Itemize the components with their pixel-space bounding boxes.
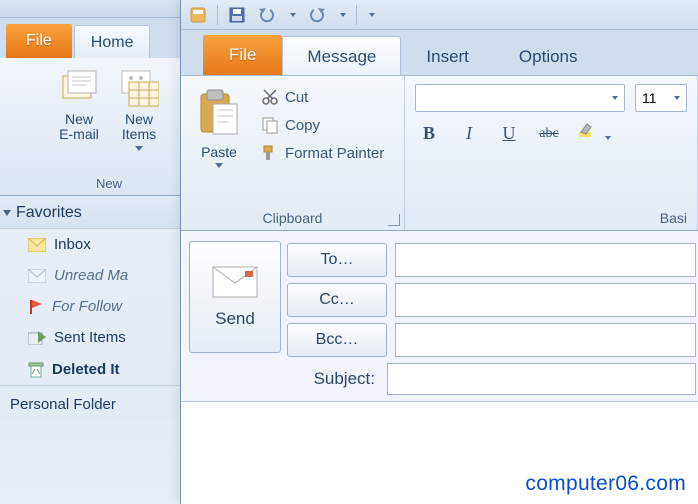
bcc-button[interactable]: Bcc… xyxy=(287,323,387,357)
scissors-icon xyxy=(261,88,279,106)
compose-window: File Message Insert Options Paste xyxy=(180,0,698,504)
tab-options[interactable]: Options xyxy=(494,36,603,75)
send-button[interactable]: Send xyxy=(189,241,281,353)
favorites-label: Favorites xyxy=(16,204,82,222)
brush-icon xyxy=(261,144,279,162)
sidebar-item-label: Inbox xyxy=(54,236,91,253)
app-menu-icon[interactable] xyxy=(189,6,207,24)
italic-button[interactable]: I xyxy=(457,123,481,144)
watermark: computer06.com xyxy=(525,472,686,496)
compose-ribbon-tabs: File Message Insert Options xyxy=(181,30,698,76)
cc-button[interactable]: Cc… xyxy=(287,283,387,317)
format-painter-button[interactable]: Format Painter xyxy=(257,142,388,164)
redo-icon[interactable] xyxy=(306,6,328,24)
tab-home[interactable]: Home xyxy=(74,25,151,58)
bcc-input[interactable] xyxy=(395,323,696,357)
new-email-icon xyxy=(59,68,99,108)
paste-label: Paste xyxy=(201,144,237,160)
tab-insert[interactable]: Insert xyxy=(401,36,494,75)
chevron-down-icon xyxy=(612,96,618,100)
paste-button[interactable]: Paste xyxy=(191,84,247,172)
chevron-down-icon xyxy=(674,96,680,100)
text-effects-button[interactable] xyxy=(577,122,611,145)
copy-icon xyxy=(261,116,279,134)
font-size-value: 11 xyxy=(642,90,657,106)
unread-icon xyxy=(28,269,46,283)
ribbon-group-basictext: 11 B I U abc xyxy=(405,76,698,230)
sent-icon xyxy=(28,331,46,345)
save-icon[interactable] xyxy=(228,6,246,24)
copy-label: Copy xyxy=(285,117,320,134)
to-button[interactable]: To… xyxy=(287,243,387,277)
new-items-icon xyxy=(119,68,159,108)
file-tab[interactable]: File xyxy=(203,35,282,75)
message-body[interactable] xyxy=(181,402,698,430)
quick-access-toolbar xyxy=(181,0,698,30)
qat-customize-dropdown[interactable] xyxy=(369,13,375,17)
new-email-button[interactable]: New E-mail xyxy=(52,64,106,155)
undo-icon[interactable] xyxy=(256,6,278,24)
inbox-icon xyxy=(28,238,46,252)
new-email-label: New E-mail xyxy=(59,112,99,143)
sidebar-item-label: Sent Items xyxy=(54,329,126,346)
subject-input[interactable] xyxy=(387,363,696,395)
tab-message[interactable]: Message xyxy=(282,36,401,75)
paste-icon xyxy=(197,88,241,140)
highlight-icon xyxy=(577,122,599,140)
ribbon-group-label-clipboard: Clipboard xyxy=(191,206,394,228)
ribbon-group-clipboard: Paste Cut xyxy=(181,76,405,230)
subject-label: Subject: xyxy=(193,369,387,389)
font-name-combo[interactable] xyxy=(415,84,625,112)
collapse-icon xyxy=(3,210,11,216)
bold-button[interactable]: B xyxy=(417,123,441,144)
trash-icon xyxy=(28,360,44,378)
redo-dropdown[interactable] xyxy=(340,13,346,17)
sidebar-item-label: For Follow xyxy=(52,298,122,315)
send-label: Send xyxy=(215,309,255,329)
ribbon-message: Paste Cut xyxy=(181,76,698,231)
to-input[interactable] xyxy=(395,243,696,277)
clipboard-dialog-launcher[interactable] xyxy=(388,214,400,226)
cut-label: Cut xyxy=(285,89,308,106)
sidebar-item-label: Unread Ma xyxy=(54,267,128,284)
strikethrough-button[interactable]: abc xyxy=(537,126,561,142)
cc-input[interactable] xyxy=(395,283,696,317)
undo-dropdown[interactable] xyxy=(290,13,296,17)
new-items-menu[interactable]: New Items xyxy=(112,64,166,155)
file-tab[interactable]: File xyxy=(6,24,72,58)
cut-button[interactable]: Cut xyxy=(257,86,388,108)
ribbon-group-label-basictext: Basi xyxy=(415,206,687,228)
font-size-combo[interactable]: 11 xyxy=(635,84,687,112)
sidebar-item-label: Deleted It xyxy=(52,361,120,378)
new-items-label: New Items xyxy=(122,112,156,143)
format-painter-label: Format Painter xyxy=(285,145,384,162)
personal-folders-label: Personal Folder xyxy=(10,396,116,413)
compose-header: Send To… Cc… Bcc… Subject: xyxy=(181,231,698,402)
flag-icon xyxy=(28,299,44,315)
underline-button[interactable]: U xyxy=(497,123,521,144)
copy-button[interactable]: Copy xyxy=(257,114,388,136)
envelope-icon xyxy=(211,265,259,299)
